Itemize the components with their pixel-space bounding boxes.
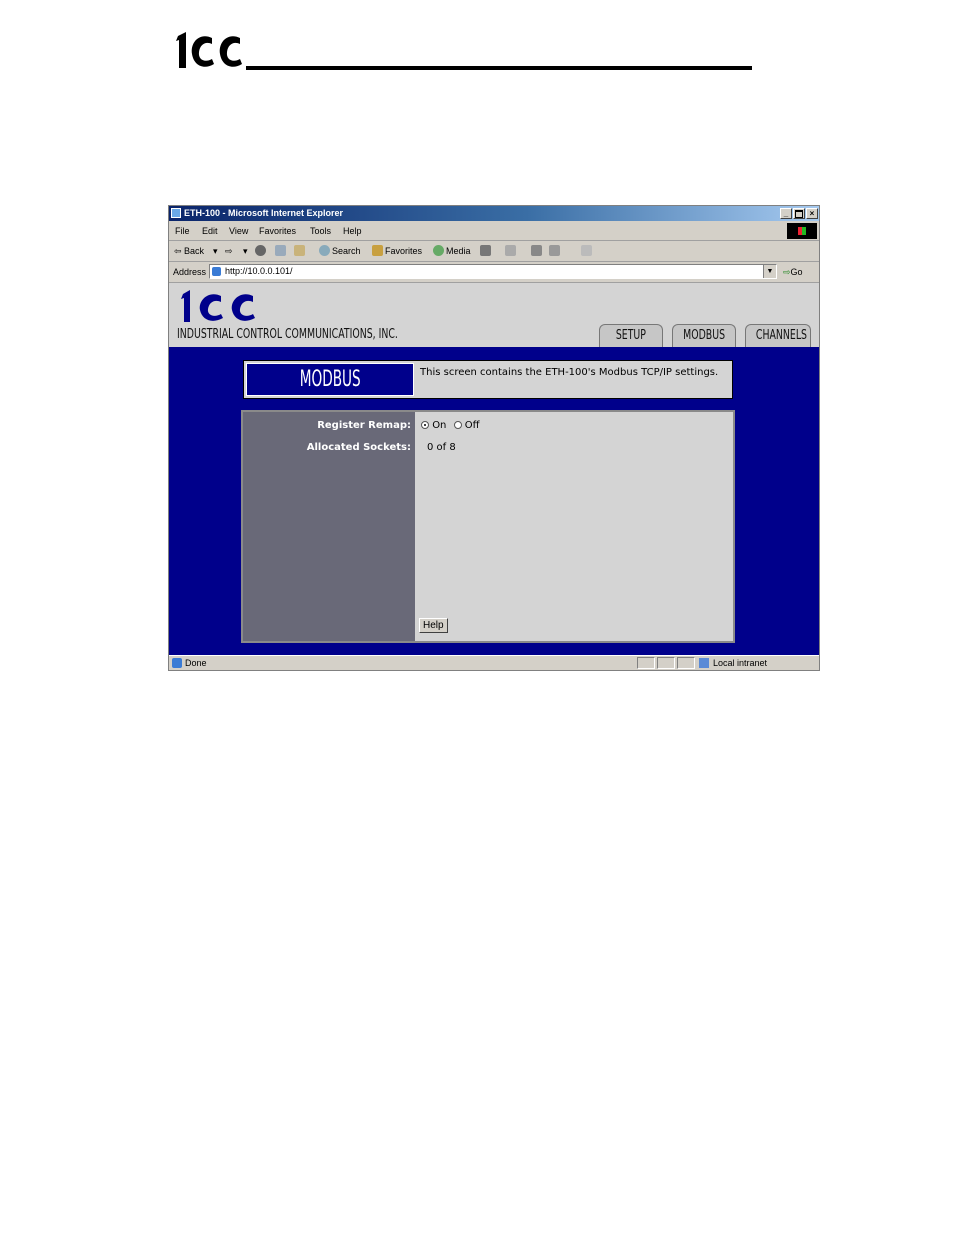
menu-favorites[interactable]: Favorites: [259, 226, 296, 236]
discuss-icon[interactable]: [581, 245, 592, 256]
intranet-icon: [699, 658, 709, 668]
section-title-box: MODBUS This screen contains the ETH-100'…: [243, 360, 733, 399]
media-button[interactable]: Media: [446, 246, 471, 256]
register-remap-on-label: On: [432, 420, 447, 431]
page-icon: [212, 267, 221, 276]
title-bar: ETH-100 - Microsoft Internet Explorer _ …: [169, 206, 819, 221]
forward-button[interactable]: ⇨: [225, 246, 233, 257]
register-remap-off-label: Off: [464, 420, 480, 431]
back-dropdown-icon[interactable]: ▾: [213, 246, 218, 257]
status-pane: [637, 657, 655, 669]
address-dropdown-icon[interactable]: ▼: [763, 265, 776, 278]
register-remap-off-radio[interactable]: [453, 421, 462, 429]
print-icon[interactable]: [531, 245, 542, 256]
address-bar: Address http://10.0.0.101/ ▼ ⇨Go: [169, 262, 819, 283]
status-text: Done: [185, 658, 207, 668]
favorites-button[interactable]: Favorites: [385, 246, 422, 256]
register-remap-options: On Off: [421, 420, 480, 431]
allocated-sockets-label: Allocated Sockets:: [306, 442, 411, 453]
page-header: INDUSTRIAL CONTROL COMMUNICATIONS, INC. …: [169, 283, 819, 347]
section-description: This screen contains the ETH-100's Modbu…: [420, 367, 719, 378]
security-zone: Local intranet: [713, 658, 768, 668]
section-title: MODBUS: [246, 363, 414, 396]
windows-logo-icon: [787, 223, 817, 239]
status-pane: [677, 657, 695, 669]
search-icon: [319, 245, 330, 256]
home-icon[interactable]: [294, 245, 305, 256]
tab-setup[interactable]: SETUP: [599, 324, 663, 347]
settings-label-column: Register Remap: Allocated Sockets:: [243, 412, 415, 641]
status-bar: Done Local intranet: [169, 655, 819, 670]
history-icon[interactable]: [480, 245, 491, 256]
register-remap-label: Register Remap:: [317, 420, 411, 431]
header-rule: [246, 66, 752, 70]
page-content: INDUSTRIAL CONTROL COMMUNICATIONS, INC. …: [169, 283, 819, 655]
stop-icon[interactable]: [255, 245, 266, 256]
forward-dropdown-icon[interactable]: ▾: [243, 246, 248, 257]
menu-tools[interactable]: Tools: [310, 226, 331, 236]
go-button[interactable]: ⇨Go: [783, 267, 803, 278]
ie-icon: [171, 208, 181, 218]
refresh-icon[interactable]: [275, 245, 286, 256]
menu-edit[interactable]: Edit: [202, 226, 218, 236]
maximize-button[interactable]: [793, 208, 805, 219]
tab-modbus[interactable]: MODBUS: [672, 324, 736, 347]
menu-bar: File Edit View Favorites Tools Help: [169, 222, 819, 241]
menu-file[interactable]: File: [175, 226, 190, 236]
page-done-icon: [172, 658, 182, 668]
status-pane: [657, 657, 675, 669]
edit-icon[interactable]: [549, 245, 560, 256]
company-name: INDUSTRIAL CONTROL COMMUNICATIONS, INC.: [177, 327, 398, 342]
address-field[interactable]: http://10.0.0.101/ ▼: [209, 264, 777, 279]
go-arrow-icon: ⇨: [783, 267, 791, 277]
menu-help[interactable]: Help: [343, 226, 362, 236]
search-button[interactable]: Search: [332, 246, 361, 256]
back-button[interactable]: ⇦ Back: [174, 246, 204, 257]
address-label: Address: [173, 267, 207, 277]
help-button[interactable]: Help: [419, 618, 448, 633]
minimize-button[interactable]: _: [780, 208, 792, 219]
toolbar: ⇦ Back ▾ ⇨ ▾ Search Favorites Media: [169, 241, 819, 262]
address-url[interactable]: http://10.0.0.101/: [225, 266, 293, 276]
mail-icon[interactable]: [505, 245, 516, 256]
icc-document-logo: [176, 32, 242, 68]
maximize-icon: [795, 210, 803, 218]
close-button[interactable]: ×: [806, 208, 818, 219]
window-title: ETH-100 - Microsoft Internet Explorer: [184, 208, 344, 218]
tab-channels[interactable]: CHANNELS: [745, 324, 811, 347]
register-remap-on-radio[interactable]: [421, 421, 429, 429]
allocated-sockets-value: 0 of 8: [427, 442, 456, 453]
favorites-icon: [372, 245, 383, 256]
menu-view[interactable]: View: [229, 226, 248, 236]
media-icon: [433, 245, 444, 256]
browser-window: ETH-100 - Microsoft Internet Explorer _ …: [168, 205, 820, 671]
settings-panel: Register Remap: Allocated Sockets: On Of…: [241, 410, 735, 643]
icc-logo: [181, 290, 255, 322]
